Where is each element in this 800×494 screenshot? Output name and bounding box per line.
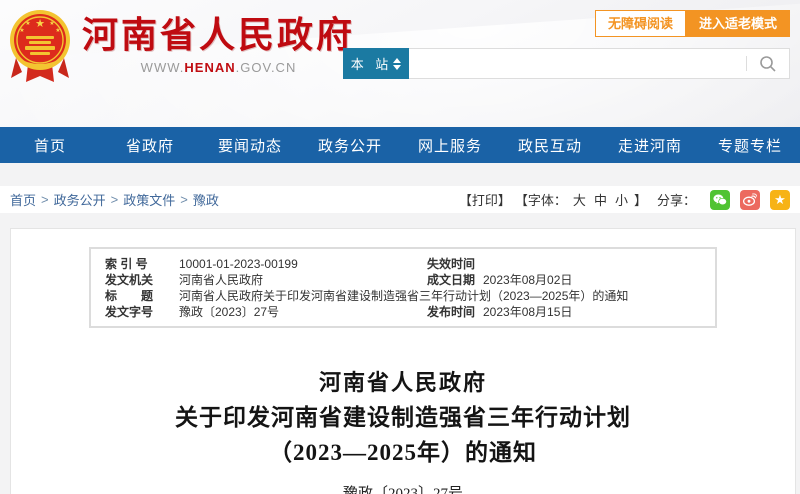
sort-arrows-icon [393, 57, 402, 70]
meta-value-index-number: 10001-01-2023-00199 [179, 257, 298, 271]
print-button[interactable]: 【打印】 [459, 190, 511, 209]
meta-row-doc-number: 发文字号 豫政〔2023〕27号 发布时间 2023年08月15日 [91, 304, 715, 320]
weibo-icon [743, 193, 757, 206]
breadcrumb-home[interactable]: 首页 [10, 190, 36, 209]
meta-value-title: 河南省人民政府关于印发河南省建设制造强省三年行动计划（2023—2025年）的通… [179, 289, 629, 303]
meta-value-expiry-date [483, 256, 715, 272]
nav-item-interaction[interactable]: 政民互动 [500, 127, 600, 163]
meta-value-written-date: 2023年08月02日 [483, 273, 573, 287]
wechat-icon [713, 194, 727, 205]
nav-item-special-topics[interactable]: 专题专栏 [700, 127, 800, 163]
document-meta-table: 索 引 号 10001-01-2023-00199 失效时间 发文机关 河南省人… [89, 247, 717, 328]
breadcrumb-gov-affairs[interactable]: 政务公开 [54, 190, 106, 209]
svg-text:★: ★ [35, 18, 45, 30]
nav-item-provincial-gov[interactable]: 省政府 [100, 127, 200, 163]
svg-text:★: ★ [49, 20, 54, 27]
font-size-large-button[interactable]: 大 [573, 190, 586, 209]
top-buttons: 无障碍阅读 进入适老模式 [594, 10, 790, 37]
site-url-govcn: .GOV.CN [235, 60, 297, 75]
font-size-label-end: 】 [633, 193, 647, 208]
meta-value-publish-date: 2023年08月15日 [483, 305, 573, 319]
nav-item-home[interactable]: 首页 [0, 127, 100, 163]
font-size-small-button[interactable]: 小 [615, 190, 628, 209]
favorite-star-icon: ★ [774, 191, 786, 207]
nav-item-news[interactable]: 要闻动态 [200, 127, 300, 163]
document-title-line2: 关于印发河南省建设制造强省三年行动计划 [175, 405, 631, 430]
site-url-www: WWW. [140, 60, 185, 75]
search-bar: 本 站 [343, 48, 790, 79]
site-name: 河南省人民政府 [82, 14, 356, 55]
nav-item-online-services[interactable]: 网上服务 [400, 127, 500, 163]
document-title: 河南省人民政府 关于印发河南省建设制造强省三年行动计划 （2023—2025年）… [11, 366, 795, 470]
meta-row-index: 索 引 号 10001-01-2023-00199 失效时间 [91, 256, 715, 272]
font-size-label: 【字体： [514, 193, 567, 208]
meta-label-publish-date: 发布时间 [427, 305, 476, 319]
meta-row-title: 标 题 河南省人民政府关于印发河南省建设制造强省三年行动计划（2023—2025… [91, 288, 715, 304]
meta-label-index-number: 索 引 号 [105, 257, 148, 271]
share-weibo-button[interactable] [740, 189, 760, 210]
meta-value-doc-number: 豫政〔2023〕27号 [179, 305, 280, 319]
svg-text:★: ★ [25, 20, 30, 27]
meta-label-doc-number: 发文字号 [105, 305, 154, 319]
national-emblem-logo: ★ ★ ★ ★ ★ [8, 6, 72, 90]
search-icon [760, 55, 776, 72]
svg-text:★: ★ [55, 27, 60, 34]
site-header: ★ ★ ★ ★ ★ 河南省人民政府 WWW.HENAN.GOV.CN 无障碍阅读… [0, 0, 800, 127]
breadcrumb-separator: > [180, 192, 188, 207]
search-button[interactable] [747, 49, 789, 78]
search-scope-dropdown[interactable]: 本 站 [343, 48, 409, 79]
breadcrumb-separator: > [110, 192, 119, 207]
share-label: 分享： [656, 193, 696, 208]
site-title-block: 河南省人民政府 WWW.HENAN.GOV.CN [82, 14, 356, 76]
meta-label-title: 标 题 [105, 289, 154, 303]
share-favorite-star-button[interactable]: ★ [770, 189, 790, 210]
elder-mode-button[interactable]: 进入适老模式 [685, 10, 790, 37]
meta-value-issuing-agency: 河南省人民政府 [179, 273, 264, 287]
font-size-medium-button[interactable]: 中 [594, 190, 607, 209]
site-url: WWW.HENAN.GOV.CN [82, 60, 355, 75]
meta-label-expiry-date: 失效时间 [427, 257, 476, 271]
accessibility-reading-button[interactable]: 无障碍阅读 [594, 10, 686, 37]
svg-text:★: ★ [19, 27, 24, 34]
site-url-henan: HENAN [184, 60, 236, 75]
document-content: 索 引 号 10001-01-2023-00199 失效时间 发文机关 河南省人… [10, 228, 796, 494]
meta-row-issuing-agency: 发文机关 河南省人民政府 成文日期 2023年08月02日 [91, 272, 715, 288]
breadcrumb: 首页 > 政务公开 > 政策文件 > 豫政 [10, 190, 219, 209]
page: ★ ★ ★ ★ ★ 河南省人民政府 WWW.HENAN.GOV.CN 无障碍阅读… [0, 0, 800, 494]
share-wechat-button[interactable] [710, 189, 730, 210]
page-tools: 【打印】 【字体： 大 中 小 】 分享： ★ [459, 189, 790, 210]
meta-label-issuing-agency: 发文机关 [105, 273, 154, 287]
search-scope-label: 本 站 [350, 57, 393, 72]
nav-item-gov-affairs[interactable]: 政务公开 [300, 127, 400, 163]
main-navigation: 首页 省政府 要闻动态 政务公开 网上服务 政民互动 走进河南 专题专栏 [0, 127, 800, 163]
document-title-line3: （2023—2025年）的通知 [269, 440, 537, 465]
document-title-line1: 河南省人民政府 [318, 370, 487, 395]
breadcrumb-policy-documents[interactable]: 政策文件 [123, 190, 175, 209]
breadcrumb-separator: > [41, 192, 49, 207]
breadcrumb-strip: 首页 > 政务公开 > 政策文件 > 豫政 【打印】 【字体： 大 中 小 】 … [0, 186, 800, 213]
search-input[interactable] [409, 49, 746, 78]
nav-item-about-henan[interactable]: 走进河南 [600, 127, 700, 163]
breadcrumb-yuzheng[interactable]: 豫政 [193, 190, 219, 209]
meta-label-written-date: 成文日期 [427, 273, 476, 287]
document-number: 豫政〔2023〕27号 [342, 486, 463, 494]
